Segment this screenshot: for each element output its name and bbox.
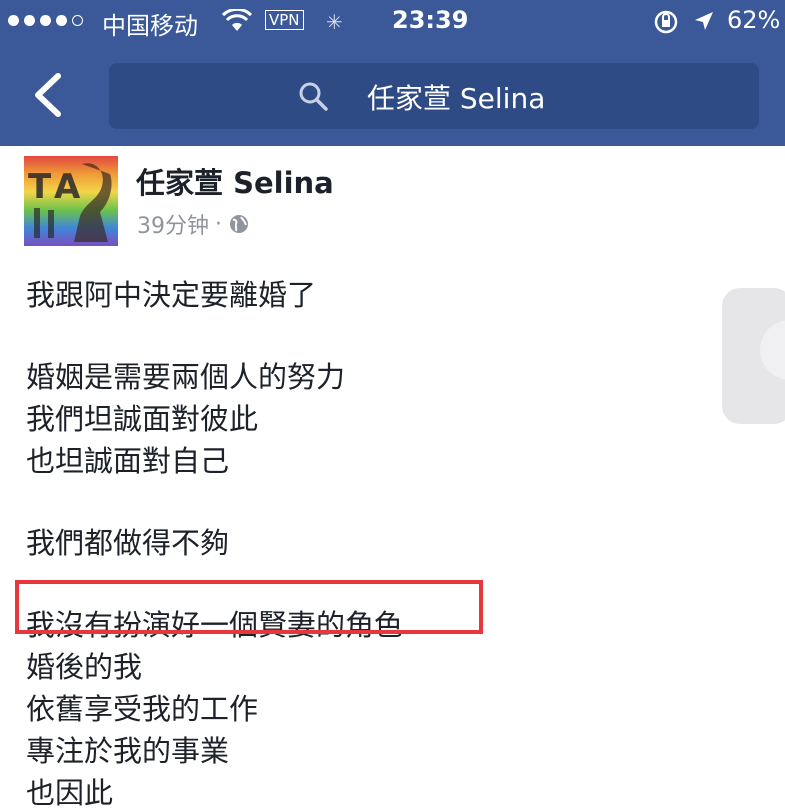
post-line: 我們都做得不夠 — [26, 526, 230, 560]
avatar-silhouette: T A — [28, 163, 112, 242]
assistive-touch-inner — [760, 320, 785, 380]
post-line: 專注於我的事業 — [26, 734, 230, 768]
search-query[interactable]: 任家萱 Selina — [367, 77, 545, 117]
post-line: 也因此 — [26, 776, 114, 810]
post-line: 婚姻是需要兩個人的努力 — [26, 360, 346, 394]
post-line: 我們坦誠面對彼此 — [26, 402, 259, 436]
post-line: 我跟阿中決定要離婚了 — [26, 278, 317, 312]
lock-rotation-icon — [654, 10, 678, 34]
wifi-icon — [222, 9, 252, 31]
battery-percent: 62% — [727, 6, 781, 34]
facebook-header: 中国移动 VPN ✳ 23:39 62% 任家萱 Selina — [0, 0, 785, 146]
globe-icon — [230, 215, 248, 233]
search-bar[interactable]: 任家萱 Selina — [109, 63, 759, 129]
activity-spinner-icon: ✳ — [326, 10, 343, 34]
vpn-badge: VPN — [265, 10, 304, 30]
post-line: 也坦誠面對自己 — [26, 444, 230, 478]
signal-strength-icon — [8, 15, 83, 26]
post-line: 依舊享受我的工作 — [26, 692, 259, 726]
avatar[interactable]: T A — [24, 156, 118, 246]
search-icon — [299, 82, 328, 111]
back-chevron-icon[interactable] — [30, 72, 66, 118]
location-arrow-icon — [695, 12, 713, 30]
post-timestamp[interactable]: 39分钟 — [137, 208, 209, 240]
post-line: 婚後的我 — [26, 650, 143, 684]
post-author[interactable]: 任家萱 Selina — [136, 160, 334, 202]
meta-separator: · — [215, 211, 222, 237]
carrier-name: 中国移动 — [102, 12, 198, 40]
post-meta: 39分钟 · — [137, 208, 250, 240]
clock: 23:39 — [392, 6, 469, 34]
highlight-annotation-box — [15, 580, 483, 634]
svg-text:A: A — [54, 167, 81, 207]
assistive-touch-button[interactable] — [722, 288, 785, 424]
status-bar: 中国移动 VPN ✳ 23:39 62% — [0, 0, 785, 44]
svg-text:T: T — [28, 167, 52, 207]
